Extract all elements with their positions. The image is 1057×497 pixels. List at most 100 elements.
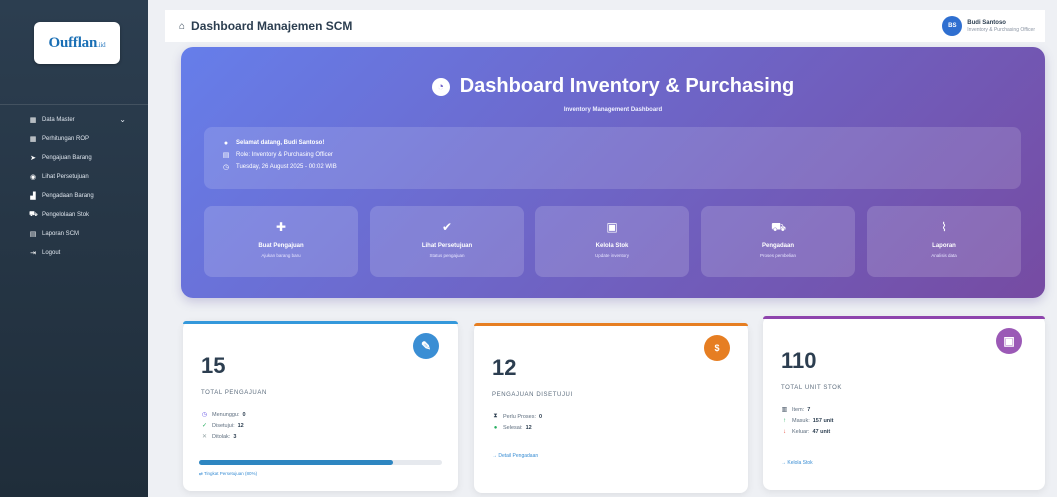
logo[interactable]: Oufflan.iid xyxy=(34,22,120,64)
stat-row-value: 3 xyxy=(233,433,237,440)
quick-action-label: Laporan xyxy=(932,243,956,249)
sidebar-divider xyxy=(0,104,148,105)
quick-action-pengadaan[interactable]: ⛟ Pengadaan Proses pembelian xyxy=(701,206,855,277)
date-text: Tuesday, 26 August 2025 - 00:02 WIB xyxy=(236,164,337,170)
page-title: Dashboard Manajemen SCM xyxy=(191,19,353,33)
stat-card-total-pengajuan: 15 ✎ TOTAL PENGAJUAN ◷ Menunggu: 0 ✓ Dise… xyxy=(183,321,458,491)
quick-action-label: Lihat Persetujuan xyxy=(421,243,473,249)
stat-value: 15 xyxy=(201,353,226,378)
user-name: Budi Santoso xyxy=(967,19,1006,26)
stat-row-keluar: ↓ Keluar: 47 unit xyxy=(781,426,834,437)
stat-row-label: Item: xyxy=(792,406,805,413)
sidebar-item-label: Pengadaan Barang xyxy=(42,192,94,199)
stat-row-masuk: ↑ Masuk: 157 unit xyxy=(781,415,834,426)
sidebar-item-label: Lihat Persetujuan xyxy=(42,173,89,180)
quick-action-kelola-stok[interactable]: ▣ Kelola Stok Update inventory xyxy=(535,206,689,277)
welcome-text: Selamat datang, Budi Santoso! xyxy=(236,140,325,146)
sidebar-item-pengadaan-barang[interactable]: ▟ Pengadaan Barang xyxy=(0,186,148,205)
stat-row-value: 7 xyxy=(807,406,811,413)
boxes-icon: ▥ xyxy=(781,407,788,413)
welcome-line: ● Selamat datang, Budi Santoso! xyxy=(222,137,1021,149)
user-menu[interactable]: BS Budi Santoso Inventory & Purchasing O… xyxy=(942,16,1035,36)
hero-title-text: Dashboard Inventory & Purchasing xyxy=(459,75,795,97)
stat-row-value: 0 xyxy=(539,413,543,420)
stat-breakdown: ◷ Menunggu: 0 ✓ Disetujui: 12 ✕ Ditolak: 3 xyxy=(201,409,246,442)
quick-action-label: Kelola Stok xyxy=(595,243,629,249)
role-text: Role: Inventory & Purchasing Officer xyxy=(236,152,333,158)
stat-row-label: Selesai: xyxy=(503,424,523,431)
quick-action-sub: Ajukan barang baru xyxy=(261,253,301,258)
sidebar-item-data-master[interactable]: ▦ Data Master ⌄ xyxy=(0,110,148,129)
logout-icon: ⇥ xyxy=(30,249,36,257)
chart-line-icon: ⌇ xyxy=(941,220,947,234)
progress-label: ⇄ Tingkat Persetujuan (80%) xyxy=(199,471,258,476)
quick-action-buat-pengajuan[interactable]: ✚ Buat Pengajuan Ajukan barang baru xyxy=(204,206,358,277)
role-line: ▤ Role: Inventory & Purchasing Officer xyxy=(222,149,1021,161)
avatar[interactable]: BS xyxy=(942,16,963,36)
sidebar-item-laporan-scm[interactable]: ▤ Laporan SCM xyxy=(0,224,148,243)
stat-card-pengajuan-disetujui: 12 $ PENGAJUAN DISETUJUI ⧗ Perlu Proses:… xyxy=(474,323,748,493)
clock-icon: ◷ xyxy=(222,164,230,171)
sidebar-item-label: Data Master xyxy=(42,116,75,123)
stat-row-disetujui: ✓ Disetujui: 12 xyxy=(201,420,246,431)
progress-fill xyxy=(199,460,394,465)
hero-title: ◔ Dashboard Inventory & Purchasing xyxy=(181,75,1045,98)
card-accent xyxy=(183,321,458,324)
stat-row-value: 157 unit xyxy=(812,417,834,424)
stat-row-label: Disetujui: xyxy=(212,422,235,429)
eye-icon: ◉ xyxy=(29,173,37,181)
sidebar-item-lihat-persetujuan[interactable]: ◉ Lihat Persetujuan xyxy=(0,167,148,186)
welcome-panel: ● Selamat datang, Budi Santoso! ▤ Role: … xyxy=(204,127,1021,189)
clock-icon: ◷ xyxy=(201,412,208,418)
warehouse-icon: ▣ xyxy=(996,328,1022,354)
calculator-icon: ▦ xyxy=(29,135,37,143)
stat-row-label: Ditolak: xyxy=(212,433,231,440)
quick-action-sub: Analisis data xyxy=(931,253,957,258)
sidebar-item-perhitungan-rop[interactable]: ▦ Perhitungan ROP xyxy=(0,129,148,148)
stat-label: PENGAJUAN DISETUJUI xyxy=(492,392,573,398)
card-accent xyxy=(763,316,1045,319)
quick-action-sub: Status pengajuan xyxy=(429,253,465,258)
progress-label-text: Tingkat Persetujuan (80%) xyxy=(203,471,258,476)
stat-row-perlu-proses: ⧗ Perlu Proses: 0 xyxy=(492,411,542,422)
user-role: Inventory & Purchasing Officer xyxy=(967,26,1035,33)
warehouse-icon: ▣ xyxy=(606,220,618,234)
logo-text: Oufflan.iid xyxy=(48,34,106,51)
quick-action-sub: Update inventory xyxy=(594,253,630,258)
approval-progress-bar xyxy=(199,460,442,465)
sidebar-item-logout[interactable]: ⇥ Logout xyxy=(0,243,148,262)
stat-row-selesai: ● Selesai: 12 xyxy=(492,422,542,433)
money-icon: $ xyxy=(704,335,730,361)
x-icon: ✕ xyxy=(201,434,208,440)
truck-icon: ⛟ xyxy=(29,211,38,218)
quick-action-lihat-persetujuan[interactable]: ✔ Lihat Persetujuan Status pengajuan xyxy=(370,206,524,277)
sidebar-item-label: Pengelolaan Stok xyxy=(42,211,90,218)
stat-row-label: Keluar: xyxy=(792,428,810,435)
sidebar-item-pengajuan-barang[interactable]: ➤ Pengajuan Barang xyxy=(0,148,148,167)
check-circle-icon: ● xyxy=(493,424,498,431)
stat-row-item: ▥ Item: 7 xyxy=(781,404,834,415)
chevron-down-icon[interactable]: ⌄ xyxy=(119,115,126,124)
file-icon: ▤ xyxy=(29,230,37,238)
chart-icon: ▟ xyxy=(30,192,36,200)
sidebar: Oufflan.iid ▦ Data Master ⌄ ▦ Perhitunga… xyxy=(0,0,148,497)
sidebar-item-pengelolaan-stok[interactable]: ⛟ Pengelolaan Stok xyxy=(0,205,148,224)
quick-action-sub: Proses pembelian xyxy=(759,253,797,258)
database-icon: ▦ xyxy=(29,116,37,124)
detail-pengadaan-link[interactable]: → Detail Pengadaan xyxy=(492,453,538,459)
stat-label: TOTAL PENGAJUAN xyxy=(201,390,267,396)
plus-circle-icon: ✚ xyxy=(275,220,287,234)
kelola-stok-link[interactable]: → Kelola Stok xyxy=(781,460,813,466)
quick-action-laporan[interactable]: ⌇ Laporan Analisis data xyxy=(867,206,1021,277)
stat-row-value: 0 xyxy=(242,411,246,418)
hourglass-icon: ⧗ xyxy=(493,413,498,419)
stat-label: TOTAL UNIT STOK xyxy=(781,385,843,391)
quick-actions: ✚ Buat Pengajuan Ajukan barang baru ✔ Li… xyxy=(204,206,1021,277)
stat-row-menunggu: ◷ Menunggu: 0 xyxy=(201,409,246,420)
truck-icon: ⛟ xyxy=(771,220,787,234)
quick-action-label: Buat Pengajuan xyxy=(258,243,304,249)
check-icon: ✓ xyxy=(201,423,208,429)
arrow-down-icon: ↓ xyxy=(783,428,786,435)
quick-action-label: Pengadaan xyxy=(761,243,794,249)
sidebar-item-label: Laporan SCM xyxy=(42,230,80,237)
